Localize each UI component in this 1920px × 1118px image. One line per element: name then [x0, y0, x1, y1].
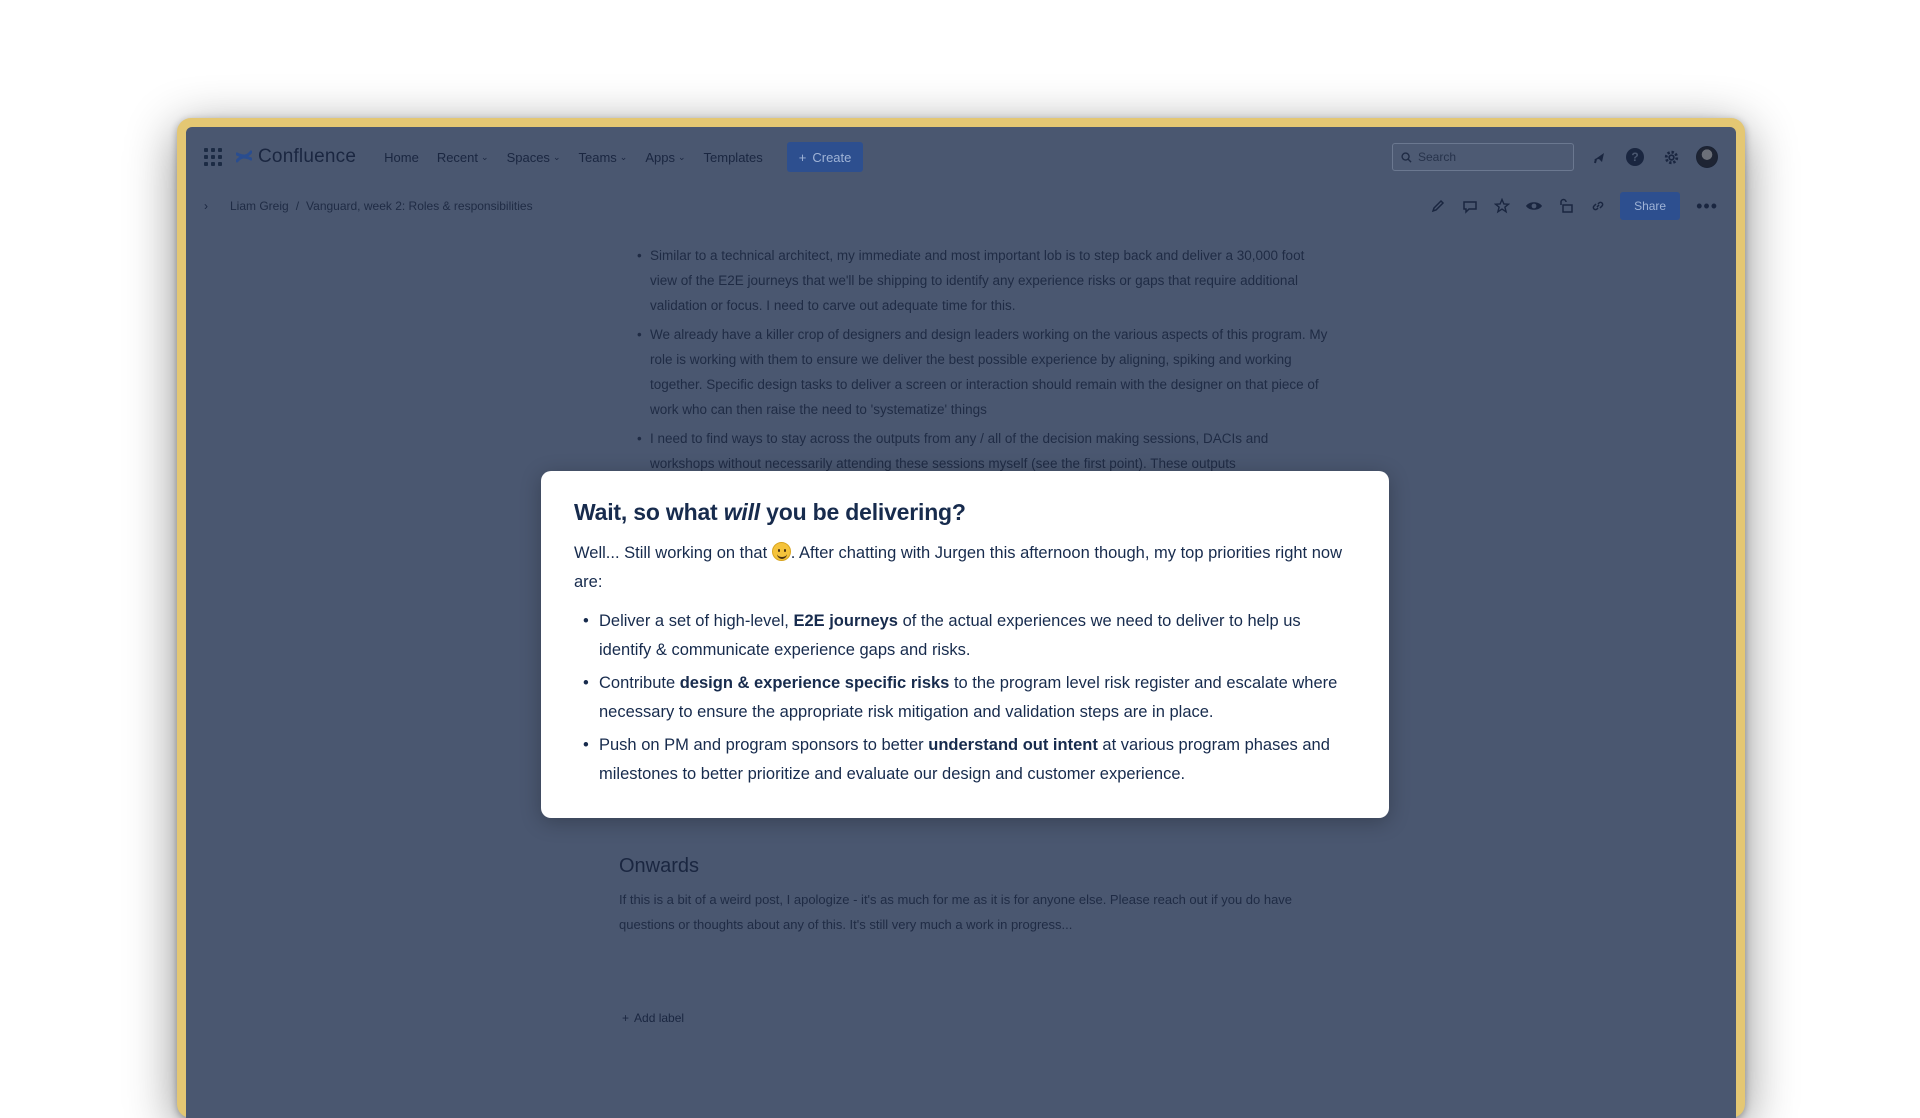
help-button[interactable]: ?: [1624, 146, 1646, 168]
nav-templates[interactable]: Templates: [704, 150, 763, 165]
watch-eye-icon[interactable]: [1524, 196, 1544, 216]
nav-teams-label: Teams: [578, 149, 617, 165]
callout-heading: Wait, so what will you be delivering?: [574, 499, 1355, 526]
page-body: Similar to a technical architect, my imm…: [629, 243, 1329, 480]
item-text-bold: E2E journeys: [793, 612, 898, 630]
item-text-bold: design & experience specific risks: [679, 674, 950, 692]
add-label-text: Add label: [634, 1011, 685, 1025]
nav-apps[interactable]: Apps ⌄: [645, 150, 685, 165]
body-bullet-list: Similar to a technical architect, my imm…: [629, 243, 1329, 476]
nav-spaces-label: Spaces: [506, 149, 550, 165]
breadcrumb-page[interactable]: Vanguard, week 2: Roles & responsibiliti…: [306, 199, 533, 213]
edit-icon[interactable]: [1428, 196, 1448, 216]
user-avatar[interactable]: [1696, 146, 1718, 168]
add-label-button[interactable]: + Add label: [622, 1011, 684, 1025]
star-icon[interactable]: [1492, 196, 1512, 216]
nav-home-label: Home: [384, 149, 419, 165]
list-item: Push on PM and program sponsors to bette…: [574, 731, 1355, 789]
callout-priority-list: Deliver a set of high-level, E2E journey…: [574, 607, 1355, 789]
list-item: Deliver a set of high-level, E2E journey…: [574, 607, 1355, 665]
chevron-down-icon: ⌄: [481, 151, 489, 162]
onwards-paragraph: If this is a bit of a weird post, I apol…: [619, 892, 1293, 932]
nav-teams[interactable]: Teams ⌄: [578, 150, 627, 165]
expand-sidebar-icon[interactable]: ›: [204, 199, 208, 213]
list-item: We already have a killer crop of designe…: [629, 322, 1329, 422]
comment-icon[interactable]: [1460, 196, 1480, 216]
nav-spaces[interactable]: Spaces ⌄: [507, 150, 561, 165]
chevron-down-icon: ⌄: [619, 151, 628, 162]
highlight-callout-card: Wait, so what will you be delivering? We…: [541, 471, 1389, 818]
copy-link-icon[interactable]: [1588, 196, 1608, 216]
share-button[interactable]: Share: [1620, 192, 1681, 220]
create-button-label: Create: [812, 149, 852, 165]
plus-icon: +: [798, 149, 807, 165]
breadcrumb-space[interactable]: Liam Greig: [230, 199, 289, 213]
gear-icon: [1664, 150, 1678, 164]
share-button-label: Share: [1634, 199, 1667, 213]
plus-icon: +: [622, 1011, 630, 1025]
nav-apps-label: Apps: [645, 149, 675, 165]
nav-right-group: ?: [1392, 143, 1718, 171]
item-text-bold: understand out intent: [928, 736, 1098, 754]
search-field[interactable]: [1392, 143, 1574, 171]
list-item: I need to find ways to stay across the o…: [629, 426, 1329, 476]
app-name: Confluence: [258, 146, 357, 167]
restrictions-lock-icon[interactable]: [1556, 196, 1576, 216]
nav-templates-label: Templates: [703, 149, 763, 165]
item-text-pre: Contribute: [599, 674, 680, 692]
page-tools: Share •••: [1428, 192, 1718, 220]
callout-heading-post: you be delivering?: [759, 499, 966, 525]
search-icon: [1401, 151, 1412, 163]
search-input[interactable]: [1418, 150, 1558, 164]
list-item: Contribute design & experience specific …: [574, 669, 1355, 727]
settings-button[interactable]: [1660, 146, 1682, 168]
callout-lead: Well... Still working on that . After ch…: [574, 539, 1355, 597]
confluence-logo-icon: [236, 150, 252, 163]
confluence-logo[interactable]: Confluence: [236, 146, 356, 168]
nav-recent[interactable]: Recent ⌄: [437, 150, 489, 165]
item-text-pre: Deliver a set of high-level,: [599, 612, 794, 630]
nav-home[interactable]: Home: [384, 150, 419, 165]
more-actions-icon[interactable]: •••: [1696, 196, 1718, 217]
help-icon: ?: [1626, 148, 1644, 166]
notifications-icon[interactable]: [1588, 146, 1610, 168]
callout-lead-pre: Well... Still working on that: [574, 544, 772, 562]
page-header-bar: › Liam Greig / Vanguard, week 2: Roles &…: [186, 187, 1736, 225]
chevron-down-icon: ⌄: [552, 151, 561, 162]
nav-recent-label: Recent: [436, 149, 479, 165]
top-navigation: Confluence Home Recent ⌄ Spaces ⌄ Teams ⌄ A…: [186, 127, 1736, 187]
callout-heading-emphasis: will: [723, 499, 760, 525]
app-switcher-icon[interactable]: [204, 148, 222, 166]
breadcrumb-separator: /: [295, 199, 300, 213]
onwards-heading: Onwards: [619, 855, 700, 877]
chevron-down-icon: ⌄: [677, 151, 686, 162]
smile-emoji-icon: [771, 542, 791, 561]
create-button[interactable]: + Create: [786, 142, 864, 172]
callout-heading-pre: Wait, so what: [574, 499, 724, 525]
item-text-pre: Push on PM and program sponsors to bette…: [599, 736, 929, 754]
list-item: Similar to a technical architect, my imm…: [629, 243, 1329, 318]
